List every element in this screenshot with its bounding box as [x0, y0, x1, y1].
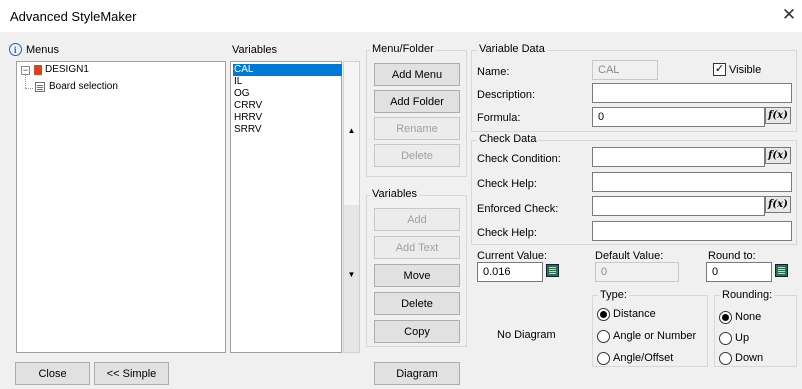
- formula-label: Formula:: [477, 112, 521, 124]
- rounding-none-radio[interactable]: [719, 311, 732, 324]
- visible-label: Visible: [729, 64, 762, 76]
- add-menu-button[interactable]: Add Menu: [374, 63, 460, 86]
- formula-field[interactable]: 0: [592, 107, 765, 127]
- scroll-down-icon[interactable]: ▼: [344, 270, 359, 279]
- enforced-check-label: Enforced Check:: [477, 203, 559, 215]
- check-help-label: Check Help:: [477, 178, 537, 190]
- variables-list[interactable]: CAL IL OG CRRV HRRV SRRV: [230, 61, 342, 353]
- menus-label: Menus: [26, 44, 60, 56]
- type-angle-offset-label: Angle/Offset: [613, 352, 674, 364]
- add-folder-button[interactable]: Add Folder: [374, 90, 460, 113]
- type-distance-radio[interactable]: [597, 308, 610, 321]
- variable-item[interactable]: HRRV: [233, 112, 342, 124]
- rename-button[interactable]: Rename: [374, 117, 460, 140]
- scroll-up-icon[interactable]: ▲: [344, 126, 359, 135]
- current-value-calculator-icon[interactable]: [546, 264, 559, 277]
- description-field[interactable]: [592, 83, 792, 103]
- round-to-calculator-icon[interactable]: [775, 264, 788, 277]
- formula-fx-button[interactable]: f(x): [765, 107, 791, 124]
- visible-checkbox[interactable]: ✓: [713, 63, 726, 76]
- close-window-icon[interactable]: ✕: [779, 5, 799, 25]
- variable-item[interactable]: CRRV: [233, 100, 342, 112]
- no-diagram-text: No Diagram: [497, 329, 556, 341]
- variables-group-label: Variables: [370, 188, 420, 200]
- tree-child-label[interactable]: Board selection: [49, 81, 118, 92]
- type-group-label: Type:: [598, 289, 629, 301]
- tree-expander-icon[interactable]: −: [21, 66, 30, 75]
- copy-button[interactable]: Copy: [374, 320, 460, 343]
- add-text-button[interactable]: Add Text: [374, 236, 460, 259]
- check-condition-fx-button[interactable]: f(x): [765, 147, 791, 164]
- check-help-2-field[interactable]: [592, 221, 792, 241]
- rounding-up-label: Up: [735, 332, 750, 344]
- menu-icon: [35, 82, 45, 92]
- current-value-field[interactable]: 0.016: [477, 262, 543, 282]
- check-help-2-label: Check Help:: [477, 227, 537, 239]
- type-angle-offset-radio[interactable]: [597, 352, 610, 365]
- type-angle-number-label: Angle or Number: [613, 330, 697, 342]
- rounding-down-radio[interactable]: [719, 352, 732, 365]
- menu-folder-group-label: Menu/Folder: [370, 43, 436, 55]
- type-angle-number-radio[interactable]: [597, 330, 610, 343]
- default-value-field[interactable]: 0: [595, 262, 679, 282]
- rounding-none-label: None: [735, 311, 762, 323]
- add-variable-button[interactable]: Add: [374, 208, 460, 231]
- move-button[interactable]: Move: [374, 264, 460, 287]
- variable-item[interactable]: OG: [233, 88, 342, 100]
- name-field[interactable]: CAL: [592, 60, 658, 80]
- simple-mode-button[interactable]: << Simple: [94, 362, 169, 385]
- round-to-label: Round to:: [708, 250, 756, 262]
- check-data-group-label: Check Data: [477, 133, 539, 145]
- tree-connector: [25, 75, 26, 88]
- check-condition-label: Check Condition:: [477, 153, 561, 165]
- variable-item[interactable]: CAL: [233, 64, 342, 76]
- description-label: Description:: [477, 89, 536, 101]
- variable-item[interactable]: IL: [233, 76, 342, 88]
- rounding-group-label: Rounding:: [720, 289, 775, 301]
- diagram-button[interactable]: Diagram: [374, 362, 460, 385]
- check-condition-field[interactable]: [592, 147, 765, 167]
- round-to-field[interactable]: 0: [706, 262, 772, 282]
- info-icon[interactable]: i: [9, 43, 22, 56]
- name-label: Name:: [477, 66, 510, 78]
- variable-data-group-label: Variable Data: [477, 43, 547, 55]
- variables-label: Variables: [232, 44, 278, 56]
- close-button[interactable]: Close: [15, 362, 90, 385]
- current-value-label: Current Value:: [477, 250, 548, 262]
- variable-item[interactable]: SRRV: [233, 124, 342, 136]
- delete-menu-button[interactable]: Delete: [374, 144, 460, 167]
- rounding-up-radio[interactable]: [719, 332, 732, 345]
- type-distance-label: Distance: [613, 308, 656, 320]
- window-title: Advanced StyleMaker: [10, 9, 137, 24]
- enforced-check-field[interactable]: [592, 196, 765, 216]
- enforced-check-fx-button[interactable]: f(x): [765, 196, 791, 213]
- delete-variable-button[interactable]: Delete: [374, 292, 460, 315]
- design-icon: [34, 65, 42, 75]
- menus-tree[interactable]: − DESIGN1 Board selection: [16, 61, 226, 353]
- tree-root-label[interactable]: DESIGN1: [45, 64, 89, 75]
- rounding-down-label: Down: [735, 352, 764, 364]
- default-value-label: Default Value:: [595, 250, 664, 262]
- tree-connector: [25, 88, 33, 89]
- check-help-field[interactable]: [592, 172, 792, 192]
